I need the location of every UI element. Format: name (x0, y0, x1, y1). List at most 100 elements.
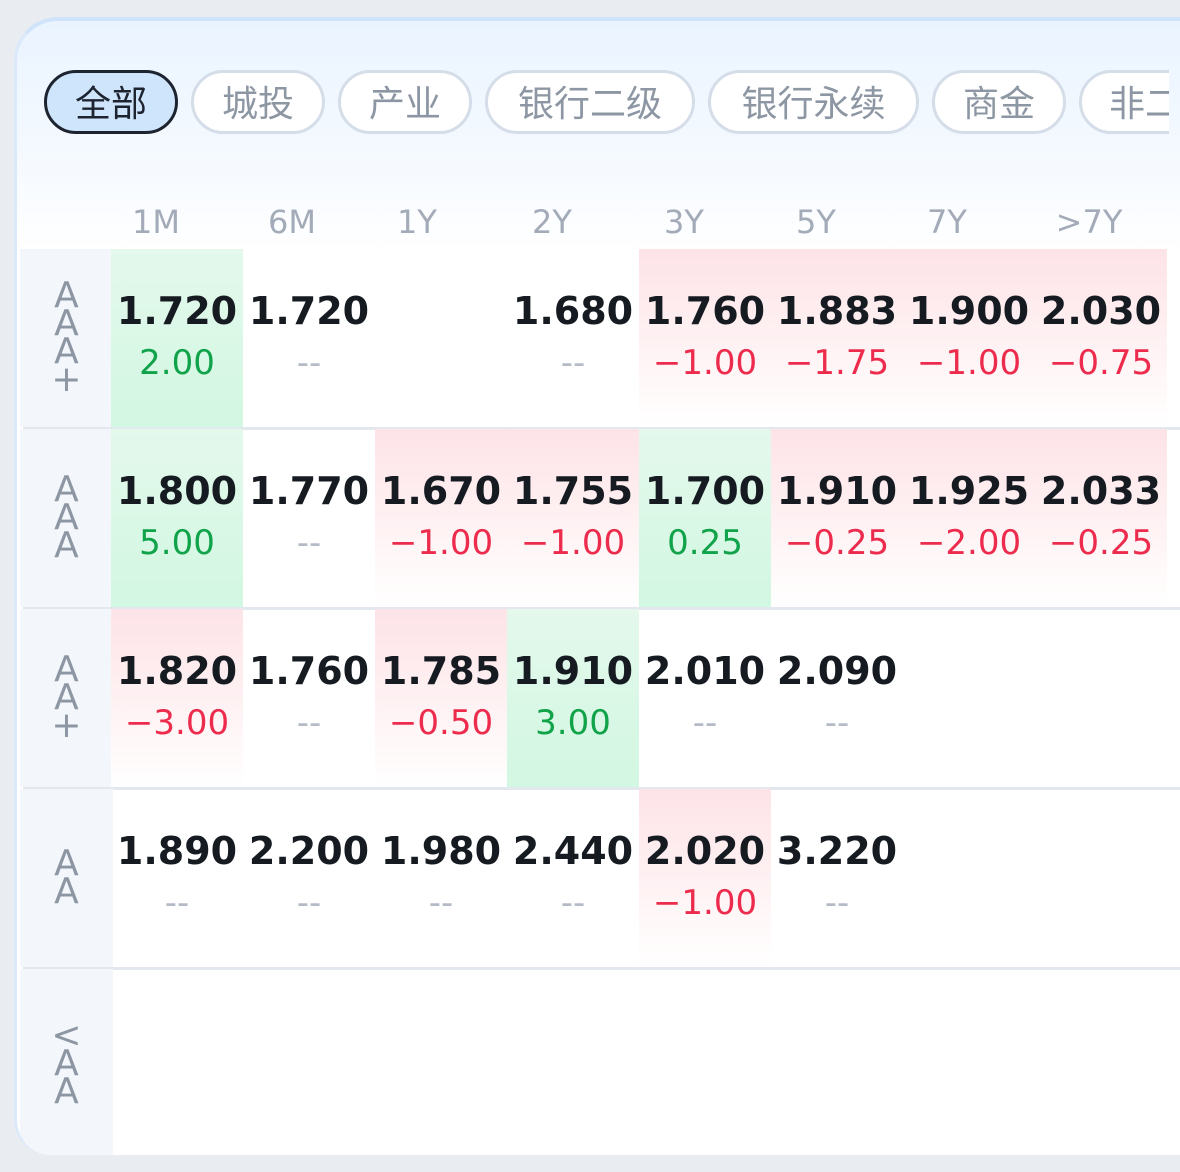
yield-cell[interactable]: 2.033 −0.25 (1035, 429, 1167, 607)
yield-cell[interactable] (111, 969, 243, 1147)
tab-bank-tier2[interactable]: 银行二级 (485, 70, 695, 134)
yield-value: 2.440 (512, 829, 634, 873)
rating-label-text: AAA (20, 472, 113, 566)
column-header: 7Y (927, 203, 967, 241)
yield-cell[interactable]: 1.760 -- (243, 609, 375, 787)
column-header: 2Y (532, 203, 572, 241)
tab-all[interactable]: 全部 (44, 70, 178, 134)
yield-cell[interactable]: 1.760 −1.00 (639, 249, 771, 427)
change-bp: −1.75 (784, 343, 890, 383)
yield-cell[interactable]: 1.720 2.00 (111, 249, 243, 427)
yield-value: 1.900 (908, 289, 1030, 333)
change-bp: -- (296, 343, 322, 383)
yield-cell[interactable]: 1.883 −1.75 (771, 249, 903, 427)
yield-cell[interactable]: 1.900 −1.00 (903, 249, 1035, 427)
column-header: >7Y (1055, 203, 1123, 241)
yield-cell[interactable]: 2.010 -- (639, 609, 771, 787)
yield-cell[interactable]: 1.925 −2.00 (903, 429, 1035, 607)
yield-value: 1.910 (776, 469, 898, 513)
yield-cell[interactable]: 2.020 −1.00 (639, 789, 771, 967)
yield-cell[interactable] (903, 789, 1035, 967)
yield-cell[interactable]: 1.755 −1.00 (507, 429, 639, 607)
tab-bank-perpetual[interactable]: 银行永续 (708, 70, 919, 134)
yield-cell[interactable]: 3.220 -- (771, 789, 903, 967)
yield-value: 1.720 (116, 289, 238, 333)
yield-cell[interactable]: 1.770 -- (243, 429, 375, 607)
yield-value: 3.220 (776, 829, 898, 873)
change-bp: -- (824, 703, 850, 743)
change-bp: −0.25 (784, 523, 890, 563)
change-bp: -- (296, 883, 322, 923)
yield-matrix-card: 全部 城投 产业 银行二级 银行永续 商金 非二 1M 6M 1Y 2Y 3Y 5Y 7Y >… (14, 17, 1180, 1155)
rating-label-char: A (54, 525, 79, 566)
yield-cell[interactable]: 1.720 -- (243, 249, 375, 427)
yield-cell[interactable] (375, 249, 507, 427)
change-bp: -- (164, 883, 190, 923)
tab-chengtou[interactable]: 城投 (191, 70, 325, 134)
change-bp: −1.00 (520, 523, 626, 563)
yield-cell[interactable]: 1.910 3.00 (507, 609, 639, 787)
column-header: 6M (268, 203, 316, 241)
yield-value: 1.820 (116, 649, 238, 693)
yield-cell[interactable]: 1.820 −3.00 (111, 609, 243, 787)
yield-value: 1.670 (380, 469, 502, 513)
yield-cell[interactable] (507, 969, 639, 1147)
yield-value: 1.760 (248, 649, 370, 693)
change-bp: −1.00 (916, 343, 1022, 383)
change-bp: −2.00 (916, 523, 1022, 563)
tab-industry[interactable]: 产业 (338, 70, 472, 134)
change-bp: −3.00 (124, 703, 230, 743)
change-bp: -- (560, 343, 586, 383)
change-bp: -- (428, 883, 454, 923)
rating-label: AA (20, 789, 113, 967)
change-bp: −1.00 (388, 523, 494, 563)
rating-label: A A + (20, 609, 113, 787)
yield-value: 1.890 (116, 829, 238, 873)
yield-cell[interactable] (1035, 609, 1167, 787)
column-header: 3Y (664, 203, 704, 241)
yield-value: 2.030 (1040, 289, 1162, 333)
rating-label: AAA (20, 429, 113, 607)
yield-cell[interactable]: 1.700 0.25 (639, 429, 771, 607)
yield-cell[interactable]: 1.670 −1.00 (375, 429, 507, 607)
change-bp: -- (692, 703, 718, 743)
yield-cell[interactable] (243, 969, 375, 1147)
change-bp: -- (824, 883, 850, 923)
change-bp: -- (296, 523, 322, 563)
yield-value: 2.020 (644, 829, 766, 873)
yield-cell[interactable] (903, 969, 1035, 1147)
change-bp: −1.00 (652, 343, 758, 383)
change-bp: −0.25 (1048, 523, 1154, 563)
yield-cell[interactable]: 1.785 −0.50 (375, 609, 507, 787)
tab-commercial-finance[interactable]: 商金 (932, 70, 1066, 134)
yield-cell[interactable] (903, 609, 1035, 787)
yield-cell[interactable]: 1.910 −0.25 (771, 429, 903, 607)
yield-cell[interactable] (771, 969, 903, 1147)
change-bp: 2.00 (139, 343, 215, 383)
yield-cell[interactable]: 2.090 -- (771, 609, 903, 787)
rating-label: < A A (20, 969, 113, 1155)
yield-value: 1.770 (248, 469, 370, 513)
yield-cell[interactable] (639, 969, 771, 1147)
yield-value: 1.800 (116, 469, 238, 513)
yield-value: 1.760 (644, 289, 766, 333)
rating-label-char: + (51, 705, 82, 746)
rating-label: A A A + (20, 249, 113, 427)
change-bp: −0.50 (388, 703, 494, 743)
tab-non-tier2[interactable]: 非二 (1079, 70, 1169, 134)
rating-label-char: A (54, 871, 79, 912)
yield-cell[interactable]: 1.680 -- (507, 249, 639, 427)
change-bp: −0.75 (1048, 343, 1154, 383)
yield-cell[interactable]: 2.030 −0.75 (1035, 249, 1167, 427)
change-bp: 3.00 (535, 703, 611, 743)
yield-cell[interactable] (1035, 969, 1167, 1147)
yield-cell[interactable]: 1.980 -- (375, 789, 507, 967)
yield-cell[interactable]: 2.200 -- (243, 789, 375, 967)
yield-cell[interactable]: 1.800 5.00 (111, 429, 243, 607)
yield-cell[interactable] (1035, 789, 1167, 967)
yield-cell[interactable]: 2.440 -- (507, 789, 639, 967)
yield-cell[interactable]: 1.890 -- (111, 789, 243, 967)
change-bp: 0.25 (667, 523, 743, 563)
change-bp: -- (560, 883, 586, 923)
yield-cell[interactable] (375, 969, 507, 1147)
